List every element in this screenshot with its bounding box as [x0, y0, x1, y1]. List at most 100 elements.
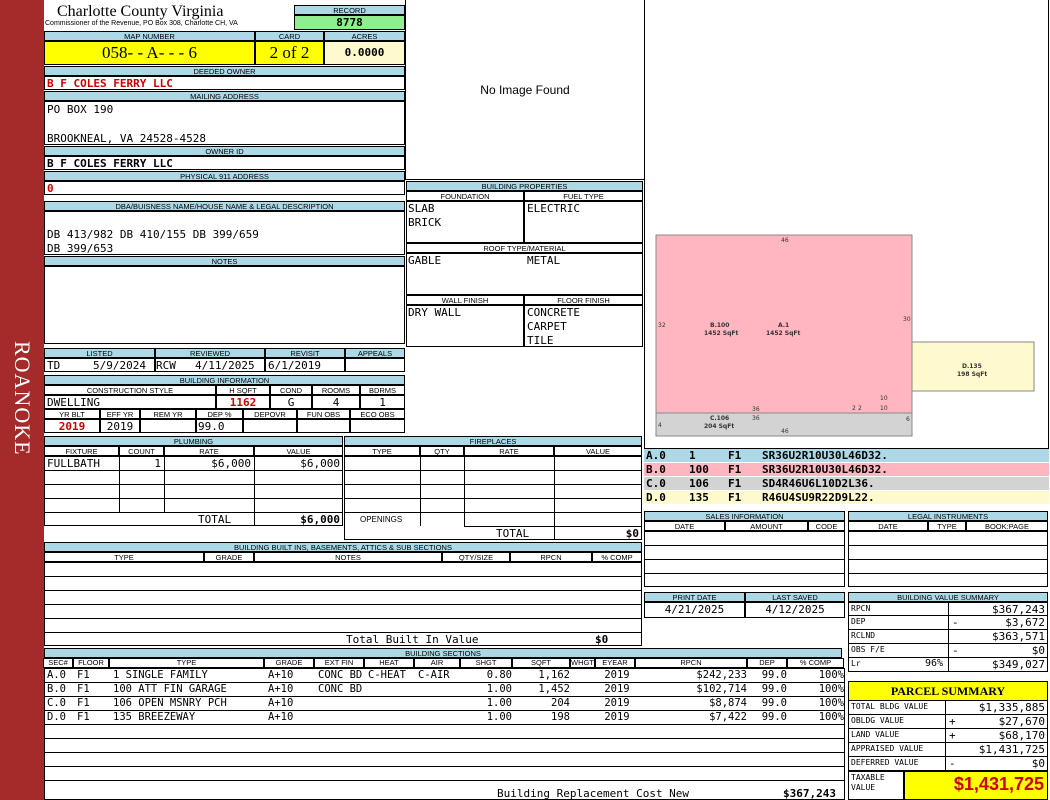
print-date-label: PRINT DATE — [644, 592, 745, 602]
builtin-row-line — [44, 604, 642, 605]
parcel-divider — [945, 757, 946, 770]
cond-value: G — [287, 396, 295, 409]
physical-value: 0 — [47, 182, 54, 195]
builtin-type-header: TYPE — [44, 552, 204, 562]
sections-cell: 1.00 — [486, 711, 512, 723]
parcel-divider — [945, 715, 946, 728]
sections-header-cell: EYEAR — [595, 658, 635, 668]
vector-vec: SR36U2R10U30L46D32. — [762, 449, 888, 462]
sections-cell: 204 — [551, 697, 570, 709]
plumbing-total-label: TOTAL — [198, 513, 232, 526]
sketch-label: D.135 — [962, 363, 982, 370]
sections-cell: A+10 — [268, 697, 294, 709]
builtin-row-line — [44, 590, 642, 591]
vector-vec: R46U4SU9R22D9L22. — [762, 491, 875, 504]
dep-header: DEP % — [196, 409, 243, 419]
sketch-label: 36 — [752, 406, 760, 413]
sketch-label: 30 — [903, 316, 911, 323]
value-summary-divider — [948, 658, 949, 671]
sketch-label: 1452 SqFt — [766, 330, 801, 337]
sketch-label: 4 — [658, 422, 662, 429]
mailing-line1: PO BOX 190 — [47, 103, 114, 116]
rooms-value: 4 — [332, 396, 340, 409]
parcel-divider — [945, 743, 946, 756]
sidebar: ROANOKE — [0, 0, 44, 800]
sketch-label: C.106 — [710, 415, 729, 422]
map-label: MAP NUMBER — [44, 31, 255, 41]
sections-total: $367,243 — [783, 787, 836, 800]
vector-code: A.0 — [646, 449, 666, 462]
sections-header-cell: EXT FIN — [314, 658, 364, 668]
value-summary-label: BUILDING VALUE SUMMARY — [848, 592, 1048, 602]
sections-cell: A+10 — [268, 711, 294, 723]
sections-cell: 198 — [551, 711, 570, 723]
sections-cell: $8,874 — [709, 697, 747, 709]
fuel-value: ELECTRIC — [527, 202, 580, 215]
sketch-label: 2 — [858, 405, 862, 412]
plumbing-total: $6,000 — [300, 513, 340, 526]
taxable-value: $1,431,725 — [953, 774, 1044, 794]
notes-label: NOTES — [44, 256, 405, 266]
sketch-label: A.1 — [778, 322, 789, 329]
plumbing-count: 1 — [154, 457, 161, 470]
sketch-label: 198 SqFt — [957, 371, 987, 378]
sections-header-cell: RPCN — [635, 658, 747, 668]
fireplace-row-line — [344, 470, 642, 471]
sales-date-header: DATE — [644, 521, 725, 531]
value-summary-row-label: RCLND — [851, 631, 876, 640]
fireplace-type-header: TYPE — [344, 446, 420, 456]
legal-line1: DB 413/982 DB 410/155 DB 399/659 — [47, 228, 259, 241]
plumbing-value-header: VALUE — [254, 446, 343, 456]
fireplace-value-header: VALUE — [554, 446, 642, 456]
parcel-sign: - — [949, 757, 956, 770]
builtin-row-line — [44, 632, 642, 633]
fireplace-divider — [420, 456, 421, 526]
sections-cell: 1.00 — [486, 697, 512, 709]
value-summary-row: Lr 96% $349,027 — [848, 658, 1048, 672]
builtin-notes-header: NOTES — [254, 552, 442, 562]
sections-row-line — [45, 780, 844, 781]
value-summary-value: $349,027 — [992, 658, 1045, 671]
parcel-sign: + — [949, 729, 956, 742]
parcel-row: DEFERRED VALUE - $0 — [848, 757, 1048, 771]
sections-cell: C-AIR — [418, 669, 450, 681]
sections-cell: 99.0 — [761, 683, 787, 695]
value-summary-value: $3,672 — [1005, 616, 1045, 629]
parcel-row-label: DEFERRED VALUE — [851, 758, 919, 767]
county-name: Charlotte County Virginia — [57, 3, 224, 20]
sketch-label: 2 — [852, 405, 856, 412]
legal-row-line — [848, 545, 1048, 546]
map-number: 058- - A- - - 6 — [44, 41, 255, 65]
sales-amount-header: AMOUNT — [725, 521, 808, 531]
vector-num: 1 — [689, 449, 696, 462]
vector-row: B.0 100 F1 SR36U2R10U30L46D32. — [644, 463, 1049, 477]
sections-body: A.0 F1 1 SINGLE FAMILY A+10 CONC BD C-HEAT C-A… — [44, 668, 845, 800]
floor-label: FLOOR FINISH — [524, 295, 643, 305]
vector-floor: F1 — [728, 477, 742, 490]
sections-cell: 2019 — [604, 683, 630, 695]
hsqft-value: 1162 — [229, 396, 257, 409]
legal-row-line — [848, 559, 1048, 560]
value-summary-sign: - — [952, 644, 959, 657]
hsqft-header: H SQFT — [216, 385, 270, 395]
sections-header-cell: WHGT — [570, 658, 595, 668]
building-sketch: 46 32 30 B.100 1452 SqFt A.1 1452 SqFt D… — [655, 234, 1035, 437]
sales-row-line — [644, 559, 845, 560]
value-summary-value: $367,243 — [992, 603, 1045, 616]
ecoobs-header: ECO OBS — [350, 409, 405, 419]
value-summary-divider — [948, 644, 949, 657]
fireplace-row-line — [344, 512, 642, 513]
plumbing-rate: $6,000 — [211, 457, 251, 470]
sections-header-cell: % COMP — [787, 658, 844, 668]
sections-cell: A.0 — [47, 669, 66, 681]
plumbing-rate-header: RATE — [164, 446, 254, 456]
appeals-box — [345, 358, 405, 372]
parcel-value: $68,170 — [998, 729, 1045, 742]
value-summary-row-label: Lr — [851, 659, 861, 668]
builtin-qty-header: QTY/SIZE — [442, 552, 510, 562]
value-summary-row-label: OBS F/E — [851, 645, 885, 654]
legal-type-header: TYPE — [928, 521, 966, 531]
plumbing-row-line — [44, 484, 343, 485]
depovr-cell — [243, 419, 297, 433]
sections-header-cell: SEC# — [43, 658, 73, 668]
